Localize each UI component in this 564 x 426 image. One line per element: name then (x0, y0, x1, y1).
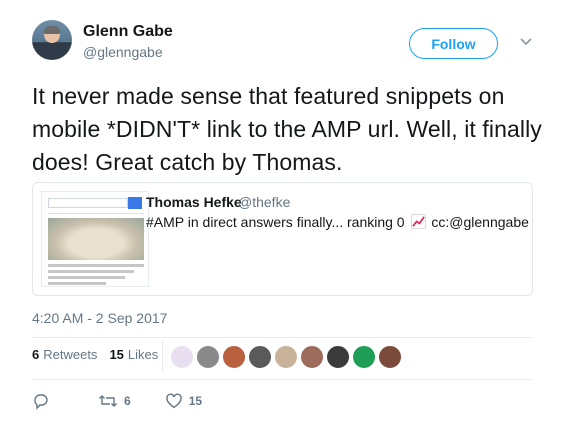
follow-button[interactable]: Follow (409, 28, 498, 59)
heart-icon (165, 393, 182, 409)
tweet-timestamp[interactable]: 4:20 AM - 2 Sep 2017 (32, 310, 167, 326)
liker-avatar[interactable] (196, 345, 220, 369)
divider-top (32, 337, 532, 338)
reply-icon (34, 394, 48, 410)
like-button[interactable]: 15 (165, 392, 202, 410)
author-name[interactable]: Glenn Gabe (83, 23, 173, 41)
tweet-actions: 6 15 (32, 392, 202, 410)
author-handle[interactable]: @glenngabe (83, 44, 163, 60)
liker-avatar[interactable] (300, 345, 324, 369)
liker-avatar[interactable] (248, 345, 272, 369)
chevron-down-icon[interactable] (518, 33, 534, 49)
liker-avatar[interactable] (274, 345, 298, 369)
quoted-tweet-text: #AMP in direct answers finally... rankin… (146, 214, 529, 230)
liker-avatar[interactable] (170, 345, 194, 369)
engagement-stats: 6 Retweets 15 Likes (32, 347, 158, 362)
retweet-button[interactable]: 6 (98, 392, 131, 410)
liker-avatar[interactable] (222, 345, 246, 369)
liker-avatar[interactable] (378, 345, 402, 369)
quoted-text-main: #AMP in direct answers finally... rankin… (146, 214, 405, 230)
chart-increasing-icon (410, 214, 426, 229)
like-count: 15 (188, 394, 203, 408)
stats-separator (162, 340, 163, 372)
liker-avatars (170, 345, 404, 369)
tweet-text: It never made sense that featured snippe… (32, 83, 542, 175)
retweets-stat[interactable]: 6 Retweets (32, 347, 97, 362)
reply-button[interactable] (32, 392, 50, 410)
liker-avatar[interactable] (352, 345, 376, 369)
liker-avatar[interactable] (326, 345, 350, 369)
retweet-count: 6 (124, 394, 131, 408)
likes-stat[interactable]: 15 Likes (109, 347, 158, 362)
quoted-author-name[interactable]: Thomas Hefke (146, 194, 242, 210)
quoted-text-mention: cc:@glenngabe (431, 214, 529, 230)
divider-bottom (32, 379, 532, 380)
quoted-tweet-image[interactable] (41, 191, 149, 287)
author-avatar[interactable] (32, 20, 72, 60)
retweet-icon (99, 395, 117, 407)
quoted-author-handle[interactable]: @thefke (238, 194, 290, 210)
